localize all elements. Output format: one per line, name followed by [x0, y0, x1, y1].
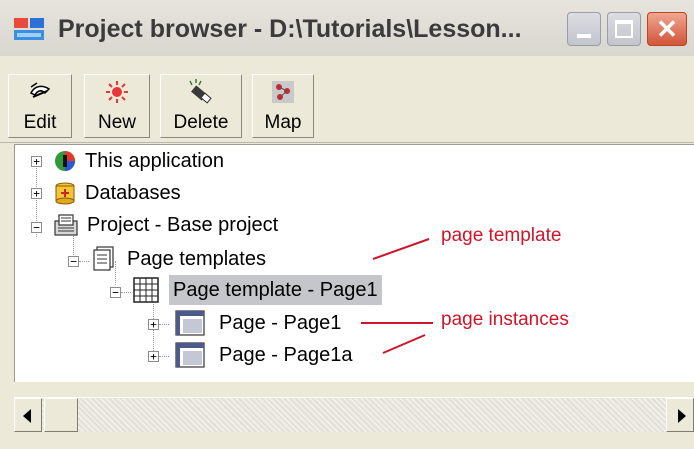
annotation-page-template: page template [441, 225, 562, 246]
new-button[interactable]: New [84, 74, 150, 138]
window-bottom-edge [0, 432, 694, 449]
toolbar: Edit New Delete Map [0, 56, 694, 143]
app-window-icon [14, 18, 44, 40]
arrow-right-icon [678, 409, 686, 423]
scroll-thumb[interactable] [44, 398, 78, 432]
scroll-right-button[interactable] [666, 398, 694, 432]
delete-button[interactable]: Delete [160, 74, 242, 138]
delete-label: Delete [173, 112, 229, 133]
new-label: New [97, 112, 136, 133]
map-label: Map [264, 112, 302, 133]
new-icon [106, 81, 128, 103]
annotation-page-instances: page instances [441, 309, 569, 330]
project-tree[interactable]: + This application + Databases − Project… [14, 144, 694, 382]
scroll-left-button[interactable] [14, 398, 42, 432]
annotation-arrows [361, 238, 433, 354]
edit-icon [29, 82, 51, 98]
map-button[interactable]: Map [252, 74, 314, 138]
map-icon [272, 81, 294, 103]
minimize-icon [577, 34, 591, 38]
close-icon: ✕ [656, 14, 678, 44]
maximize-icon [615, 20, 633, 38]
minimize-button[interactable] [567, 12, 601, 46]
project-browser-window: Project browser - D:\Tutorials\Lesson...… [0, 0, 694, 449]
edit-label: Edit [23, 112, 57, 133]
horizontal-scrollbar[interactable] [14, 397, 694, 432]
edit-button[interactable]: Edit [8, 74, 72, 138]
arrow-left-icon [23, 409, 31, 423]
title-bar[interactable]: Project browser - D:\Tutorials\Lesson...… [0, 0, 694, 57]
delete-icon [189, 79, 212, 104]
window-title: Project browser - D:\Tutorials\Lesson... [58, 15, 522, 43]
maximize-button[interactable] [607, 12, 641, 46]
close-button[interactable]: ✕ [647, 12, 687, 46]
